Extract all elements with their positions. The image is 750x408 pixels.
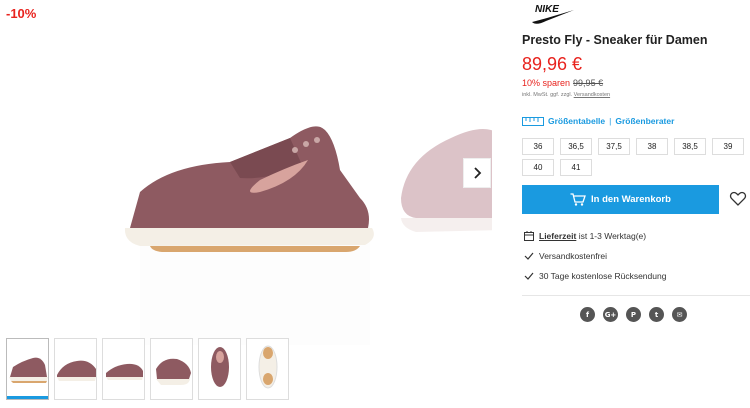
delivery-time-text: ist 1-3 Werktag(e) — [578, 231, 647, 241]
thumbnail-5[interactable] — [198, 338, 241, 400]
delivery-time-link[interactable]: Lieferzeit — [539, 231, 576, 241]
product-price: 89,96 € — [522, 54, 583, 74]
gallery-next-button[interactable] — [463, 158, 491, 188]
size-option[interactable]: 39 — [712, 138, 744, 155]
size-option[interactable]: 38 — [636, 138, 668, 155]
checkmark-icon — [524, 272, 534, 280]
add-to-cart-button[interactable]: In den Warenkorb — [522, 185, 719, 214]
google-plus-icon[interactable]: G+ — [603, 307, 618, 322]
product-info-panel: NIKE Presto Fly - Sneaker für Damen 89,9… — [522, 0, 750, 408]
size-option[interactable]: 37,5 — [598, 138, 630, 155]
main-product-image — [124, 126, 374, 252]
divider — [522, 295, 750, 296]
free-shipping-text: Versandkostenfrei — [539, 251, 608, 261]
thumbnail-6[interactable] — [246, 338, 289, 400]
heart-icon[interactable] — [729, 190, 747, 208]
size-option[interactable]: 36,5 — [560, 138, 592, 155]
size-option[interactable]: 41 — [560, 159, 592, 176]
email-icon[interactable]: ✉ — [672, 307, 687, 322]
nike-swoosh-icon[interactable]: NIKE — [530, 2, 576, 26]
returns-info: 30 Tage kostenlose Rücksendung — [524, 271, 666, 281]
thumbnail-strip — [6, 338, 289, 400]
ruler-icon — [522, 116, 544, 126]
size-option[interactable]: 40 — [522, 159, 554, 176]
product-title: Presto Fly - Sneaker für Damen — [522, 33, 708, 47]
size-option[interactable]: 36 — [522, 138, 554, 155]
thumbnail-2[interactable] — [54, 338, 97, 400]
price-saving: 10% sparen 99,95 € — [522, 78, 603, 88]
social-share-bar: f G+ P t ✉ — [580, 307, 687, 322]
vat-prefix: inkl. MwSt. ggf. zzgl. — [522, 92, 573, 98]
delivery-info: Lieferzeit ist 1-3 Werktag(e) — [524, 231, 646, 241]
size-links: Größentabelle | Größenberater — [522, 116, 674, 126]
chevron-right-icon — [474, 167, 482, 179]
checkmark-icon — [524, 252, 534, 260]
calendar-icon — [524, 231, 534, 241]
svg-text:NIKE: NIKE — [535, 4, 559, 15]
thumbnail-3[interactable] — [102, 338, 145, 400]
twitter-icon[interactable]: t — [649, 307, 664, 322]
size-option[interactable]: 38,5 — [674, 138, 706, 155]
vat-note: inkl. MwSt. ggf. zzgl. Versandkosten — [522, 92, 610, 98]
size-links-separator: | — [609, 116, 612, 126]
size-table-link[interactable]: Größentabelle — [548, 116, 605, 126]
free-shipping-info: Versandkostenfrei — [524, 251, 607, 261]
old-price: 99,95 € — [573, 78, 604, 88]
thumbnail-1[interactable] — [6, 338, 49, 400]
cart-icon — [570, 193, 586, 206]
pinterest-icon[interactable]: P — [626, 307, 641, 322]
add-to-cart-label: In den Warenkorb — [591, 194, 671, 205]
size-advisor-link[interactable]: Größenberater — [615, 116, 674, 126]
saving-label: 10% sparen — [522, 78, 571, 88]
returns-text: 30 Tage kostenlose Rücksendung — [539, 271, 667, 281]
thumbnail-4[interactable] — [150, 338, 193, 400]
shipping-costs-link[interactable]: Versandkosten — [574, 92, 610, 98]
facebook-icon[interactable]: f — [580, 307, 595, 322]
